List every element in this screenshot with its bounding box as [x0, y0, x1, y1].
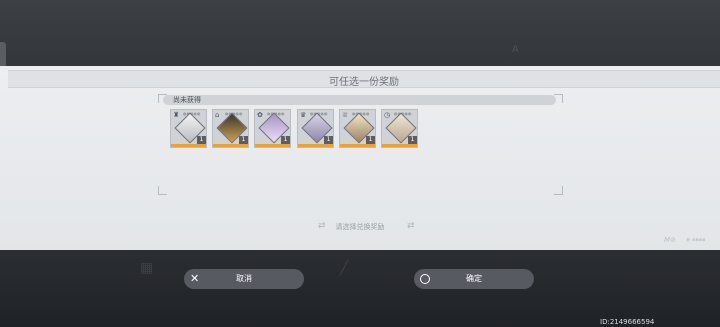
item-count: 1 [281, 136, 290, 144]
flower-icon: ✿ [257, 111, 263, 119]
rarity-strip [171, 144, 206, 147]
exchange-icon: ⇄ [407, 221, 415, 231]
reward-item[interactable]: ✿ ●●●●● 1 [254, 109, 291, 148]
clock-icon: ◷ [384, 111, 391, 119]
item-count: 1 [239, 136, 248, 144]
item-count: 1 [408, 136, 417, 144]
house-icon: ⌂ [215, 111, 220, 119]
cancel-button[interactable]: ✕ 取消 [184, 269, 304, 289]
dialog-title: 可任选一份奖励 [329, 77, 399, 88]
reward-dialog: 可任选一份奖励 尚未获得 ♜ ●●●●● 1 ⌂ ●●●●● 1 ✿ ●●●●●… [0, 66, 720, 250]
crown-icon: ♕ [342, 111, 349, 119]
dialog-title-bar: 可任选一份奖励 [8, 70, 720, 88]
item-count: 1 [197, 136, 206, 144]
status-text: 尚未获得 [173, 96, 201, 104]
trophy-icon: ♛ [300, 111, 307, 119]
background-icon: ▦ [140, 260, 154, 276]
frame-corner [554, 186, 563, 195]
game-logo-mark: ◉ ▪▪▪▪ [686, 237, 706, 243]
rarity-strip [213, 144, 248, 147]
reward-item[interactable]: ◷ ●●●●● 1 [381, 109, 418, 148]
tower-icon: ♜ [173, 111, 180, 119]
reward-item[interactable]: ♕ ●●●●● 1 [339, 109, 376, 148]
item-count: 1 [366, 136, 375, 144]
player-id: ID:2149666594 [600, 318, 655, 326]
cancel-label: 取消 [236, 274, 252, 283]
exchange-hint: 请选择兑换奖励 [335, 223, 385, 231]
background-logo-icon: A [512, 44, 519, 55]
rarity-strip [382, 144, 417, 147]
status-bar: 尚未获得 [163, 95, 556, 105]
confirm-label: 确定 [466, 274, 482, 283]
frame-corner [158, 186, 167, 195]
background-top: A [0, 0, 720, 66]
background-bottom: ▦ ╱ [0, 250, 720, 327]
rarity-strip [340, 144, 375, 147]
game-logo: M⊘ [664, 236, 676, 244]
background-icon: ╱ [340, 260, 349, 276]
reward-item[interactable]: ♛ ●●●●● 1 [297, 109, 334, 148]
reward-item[interactable]: ⌂ ●●●●● 1 [212, 109, 249, 148]
confirm-button[interactable]: 确定 [414, 269, 534, 289]
item-count: 1 [324, 136, 333, 144]
rarity-strip [255, 144, 290, 147]
reward-item[interactable]: ♜ ●●●●● 1 [170, 109, 207, 148]
rarity-strip [298, 144, 333, 147]
